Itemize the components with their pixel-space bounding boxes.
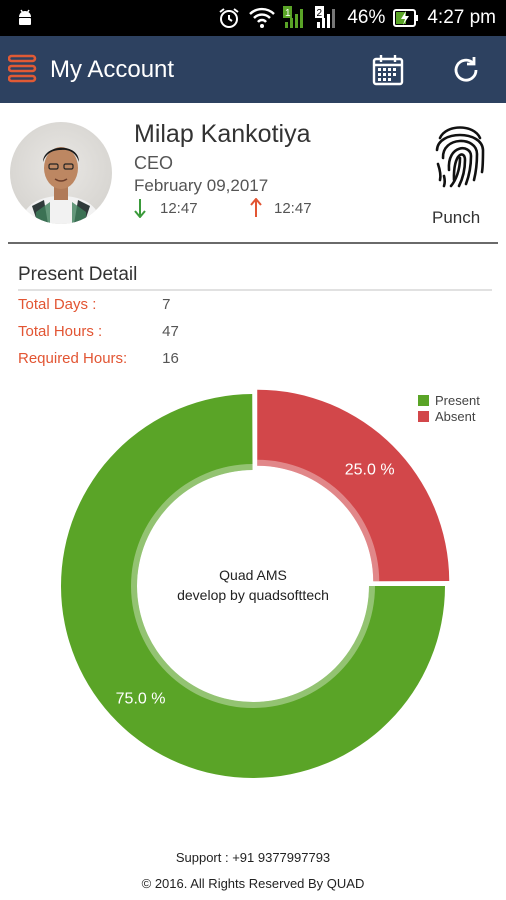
slice-absent-label: 25.0 % (345, 461, 395, 478)
detail-label: Total Hours : (18, 323, 103, 340)
slice-present-inner-ring (130, 464, 375, 708)
status-bar: 1 2 46% 4:27 pm (0, 0, 506, 36)
legend-label-absent: Absent (435, 408, 476, 424)
legend-item-absent: Absent (418, 408, 480, 424)
profile-role: CEO (134, 153, 174, 173)
divider (8, 242, 498, 244)
signal-sim2-icon: 2 (315, 6, 336, 28)
section-rule (18, 289, 492, 291)
slice-present-label: 75.0 % (116, 690, 166, 707)
arrow-up-icon (250, 198, 262, 217)
avatar-photo (20, 147, 102, 224)
detail-row-required-hours: Required Hours: 16 (18, 350, 179, 367)
profile-name: Milap Kankotiya (134, 120, 311, 148)
chart-center-text-0: Quad AMS (219, 567, 287, 583)
page-title: My Account (50, 56, 175, 83)
time-out-value: 12:47 (274, 199, 312, 217)
section-title: Present Detail (18, 264, 138, 285)
detail-row-total-hours: Total Hours : 47 (18, 323, 179, 340)
attendance-donut-chart: 25.0 % 75.0 % Quad AMS develop by quadsoftt… (61, 389, 450, 778)
legend-swatch-present (418, 394, 429, 406)
wifi-icon (249, 7, 276, 28)
calendar-icon[interactable] (372, 54, 404, 86)
app-bar: My Account (0, 36, 506, 103)
detail-label: Required Hours: (18, 350, 128, 367)
legend-item-present: Present (418, 392, 480, 408)
fingerprint-icon (435, 126, 485, 188)
chart-legend: Present Absent (418, 392, 480, 424)
menu-icon[interactable] (8, 54, 38, 84)
detail-label: Total Days : (18, 296, 97, 313)
refresh-icon[interactable] (450, 54, 482, 86)
svg-text:1: 1 (285, 8, 291, 19)
footer-copyright: © 2016. All Rights Reserved By QUAD (141, 876, 365, 891)
detail-row-total-days: Total Days : 7 (18, 296, 171, 313)
svg-text:2: 2 (317, 8, 323, 19)
arrow-down-icon (134, 199, 146, 218)
battery-charging-icon (393, 9, 419, 27)
punch-button[interactable]: Punch (424, 118, 496, 230)
profile-date: February 09,2017 (134, 176, 269, 195)
punch-label: Punch (432, 208, 481, 227)
detail-value: 16 (162, 350, 179, 367)
legend-swatch-absent (418, 410, 429, 422)
signal-sim1-icon: 1 (283, 6, 304, 28)
detail-value: 7 (162, 296, 171, 313)
alarm-icon (219, 8, 239, 28)
chart-center-text-1: develop by quadsofttech (177, 587, 329, 603)
detail-value: 47 (162, 323, 179, 340)
avatar (10, 122, 112, 224)
time-out: 12:47 (250, 198, 312, 218)
battery-percent: 46% (347, 7, 386, 28)
time-in: 12:47 (134, 198, 198, 218)
legend-label-present: Present (435, 392, 480, 408)
footer-support: Support : +91 9377997793 (175, 850, 331, 865)
android-icon (19, 9, 31, 25)
time-in-value: 12:47 (160, 199, 198, 217)
status-time: 4:27 pm (427, 7, 496, 28)
